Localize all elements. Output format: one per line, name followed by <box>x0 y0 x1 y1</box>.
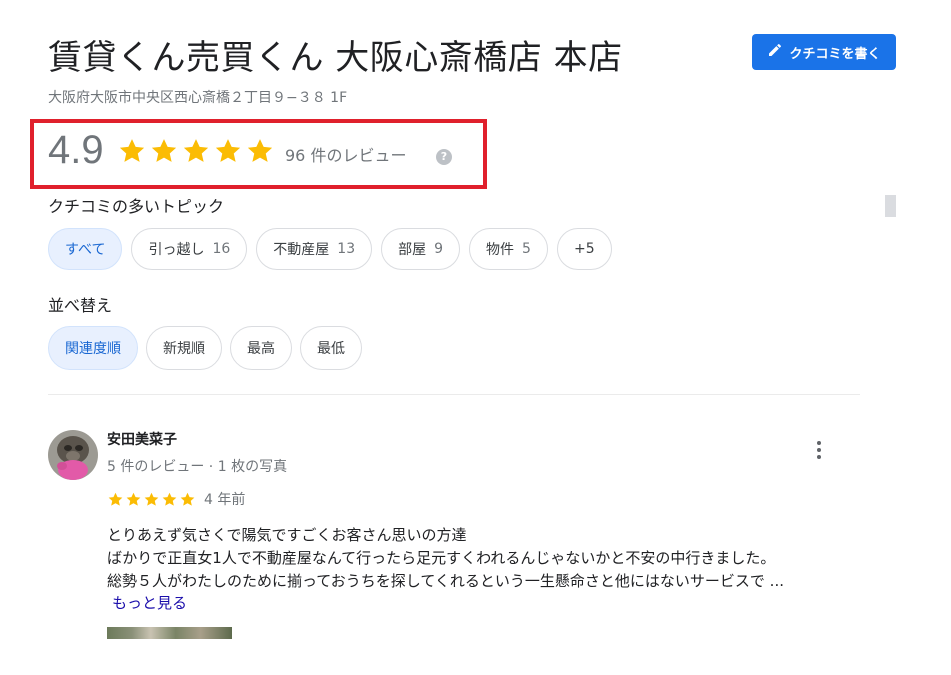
star-icon <box>144 492 159 506</box>
star-icon <box>151 139 177 162</box>
topic-chip-moving[interactable]: 引っ越し 16 <box>131 228 248 270</box>
star-icon <box>247 139 273 162</box>
chip-label: すべて <box>65 242 106 258</box>
star-icon <box>126 492 141 506</box>
chip-label: 不動産屋 <box>273 242 330 258</box>
review-age: 4 年前 <box>204 492 246 508</box>
sort-label: 並べ替え <box>48 296 113 315</box>
chip-count: 5 <box>522 241 531 257</box>
topic-chip-all[interactable]: すべて <box>48 228 123 270</box>
topics-label: クチコミの多いトピック <box>48 197 225 216</box>
chip-label: 物件 <box>486 242 515 258</box>
place-address: 大阪府大阪市中央区西心斎橋２丁目９−３８ 1F <box>48 90 348 106</box>
review-line: ばかりで正直女1人で不動産屋なんて行ったら足元すくわれるんじゃないかと不安の中行… <box>107 549 776 567</box>
chip-count: 9 <box>434 241 444 257</box>
topic-chip-more[interactable]: +5 <box>556 228 612 270</box>
topic-chip-agency[interactable]: 不動産屋 13 <box>256 228 373 270</box>
star-icon <box>183 139 209 162</box>
sort-chips: 関連度順 新規順 最高 最低 <box>48 326 362 370</box>
write-review-label: クチコミを書く <box>789 46 881 62</box>
review-count[interactable]: 96 件のレビュー <box>285 145 406 167</box>
topic-chips: すべて 引っ越し 16 不動産屋 13 部屋 9 物件 5 +5 <box>48 228 612 270</box>
place-title: 賃貸くん売買くん 大阪心斎橋店 本店 <box>48 38 623 78</box>
star-icon <box>119 139 145 162</box>
chip-label: 引っ越し <box>148 242 205 258</box>
write-review-button[interactable]: クチコミを書く <box>752 34 896 70</box>
reviewer-name[interactable]: 安田美菜子 <box>107 430 177 450</box>
star-icon <box>215 139 241 162</box>
sort-newest[interactable]: 新規順 <box>146 326 222 370</box>
chip-count: 13 <box>337 241 356 257</box>
review-stars <box>107 491 196 508</box>
rating-score: 4.9 <box>48 128 104 172</box>
topic-chip-property[interactable]: 物件 5 <box>469 228 548 270</box>
more-vert-icon[interactable] <box>812 438 826 462</box>
topic-chip-room[interactable]: 部屋 9 <box>381 228 461 270</box>
chip-count: 16 <box>212 241 231 257</box>
scrollbar-thumb[interactable] <box>885 195 896 217</box>
sort-relevance[interactable]: 関連度順 <box>48 326 138 370</box>
help-icon[interactable]: ? <box>436 149 452 165</box>
pencil-icon <box>767 42 783 62</box>
star-icon <box>162 492 177 506</box>
review-photo[interactable] <box>107 627 232 639</box>
review-line: とりあえず気さくで陽気ですごくお客さん思いの方達 <box>107 526 467 544</box>
sort-highest[interactable]: 最高 <box>230 326 292 370</box>
reviewer-meta: 5 件のレビュー · 1 枚の写真 <box>107 459 288 475</box>
chip-label: +5 <box>573 241 595 257</box>
star-icon <box>108 492 123 506</box>
rating-stars <box>117 136 275 166</box>
star-icon <box>180 492 195 506</box>
review-line: 総勢５人がわたしのために揃っておうちを探してくれるという一生懸命さと他にはないサ… <box>107 572 784 590</box>
avatar[interactable] <box>48 430 98 480</box>
sort-lowest[interactable]: 最低 <box>300 326 362 370</box>
divider <box>48 394 860 395</box>
review-text: とりあえず気さくで陽気ですごくお客さん思いの方達 ばかりで正直女1人で不動産屋な… <box>107 524 852 593</box>
read-more-link[interactable]: もっと見る <box>112 592 187 614</box>
chip-label: 部屋 <box>398 242 427 258</box>
